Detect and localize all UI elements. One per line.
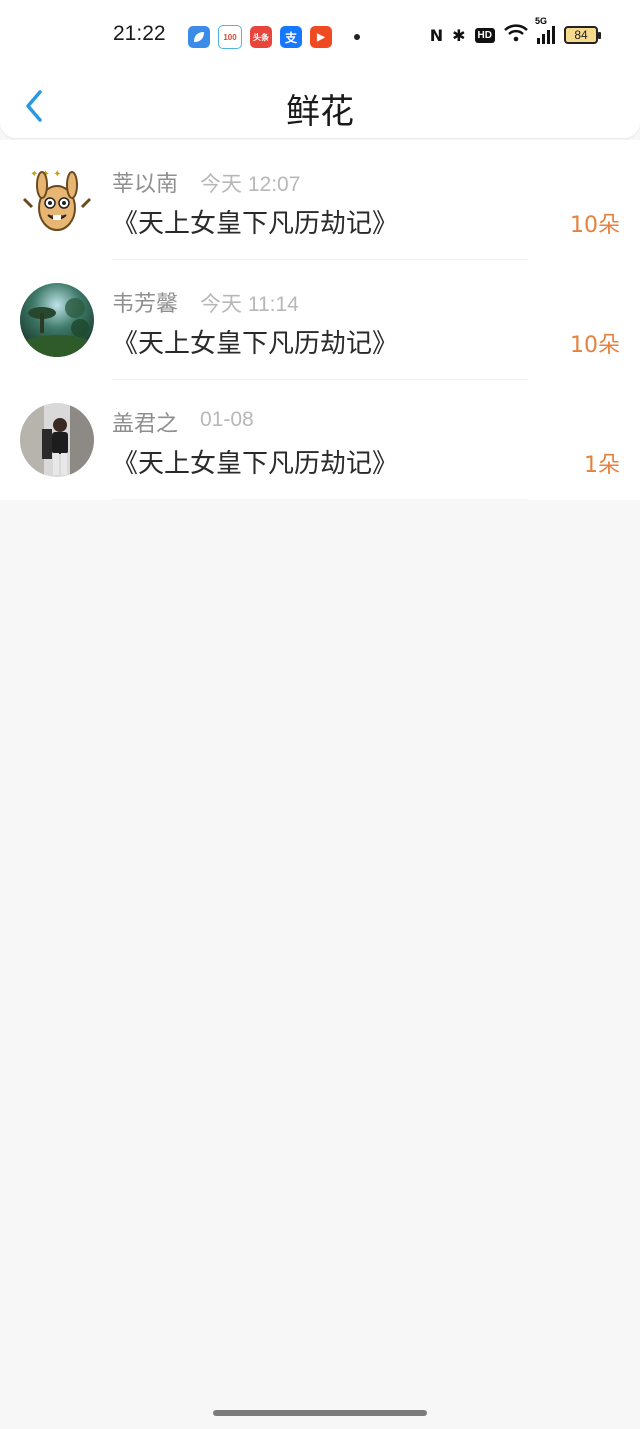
flower-gift-list: ✦ ✦ ✦ 莘以南 今天 12:07 《天上女皇下凡历劫记》 10朵 bbox=[0, 140, 640, 500]
list-item[interactable]: 盖君之 01-08 《天上女皇下凡历劫记》 1朵 bbox=[0, 380, 640, 500]
status-bar: 21:22 100 头条 支 ▶ N ✱ HD 5G 84 bbox=[0, 0, 640, 72]
book-title: 《天上女皇下凡历劫记》 bbox=[112, 449, 399, 479]
flower-count: 10朵 bbox=[570, 333, 620, 358]
network-type-label: 5G bbox=[535, 16, 548, 26]
system-icons: N ✱ HD 5G 84 bbox=[429, 16, 601, 46]
sender-name: 莘以南 bbox=[112, 172, 179, 197]
status-time: 21:22 bbox=[113, 22, 166, 45]
cellular-signal-icon: 5G bbox=[535, 16, 555, 44]
list-item[interactable]: 韦芳馨 今天 11:14 《天上女皇下凡历劫记》 10朵 bbox=[0, 260, 640, 380]
cartoon-rabbit-avatar-icon: ✦ ✦ ✦ bbox=[20, 163, 94, 237]
notification-icons: 100 头条 支 ▶ bbox=[188, 25, 360, 49]
gift-time: 01-08 bbox=[200, 408, 254, 431]
divider bbox=[112, 499, 528, 500]
gift-time: 今天 12:07 bbox=[200, 173, 301, 196]
gift-time: 今天 11:14 bbox=[200, 293, 299, 316]
book-title: 《天上女皇下凡历劫记》 bbox=[112, 209, 399, 239]
alipay-app-icon: 支 bbox=[280, 26, 302, 48]
100-app-icon: 100 bbox=[218, 25, 242, 49]
battery-level: 84 bbox=[574, 28, 588, 42]
page-header: 鲜花 bbox=[0, 72, 640, 138]
video-app-icon: ▶ bbox=[310, 26, 332, 48]
book-title: 《天上女皇下凡历劫记》 bbox=[112, 329, 399, 359]
forest-scene-avatar-icon bbox=[20, 283, 94, 357]
sender-name: 韦芳馨 bbox=[112, 292, 179, 317]
flower-count: 10朵 bbox=[570, 213, 620, 238]
bluetooth-icon: ✱ bbox=[452, 25, 466, 45]
blue-leaf-app-icon bbox=[188, 26, 210, 48]
flower-count: 1朵 bbox=[584, 453, 620, 478]
nfc-icon: N bbox=[429, 25, 444, 45]
toutiao-app-icon: 头条 bbox=[250, 26, 272, 48]
list-item[interactable]: ✦ ✦ ✦ 莘以南 今天 12:07 《天上女皇下凡历劫记》 10朵 bbox=[0, 140, 640, 260]
wifi-icon bbox=[504, 24, 528, 46]
home-indicator[interactable] bbox=[213, 1410, 427, 1416]
battery-icon: 84 bbox=[564, 26, 601, 44]
more-notifications-dot-icon bbox=[354, 34, 360, 40]
sender-name: 盖君之 bbox=[112, 412, 179, 437]
avatar[interactable] bbox=[20, 403, 94, 477]
hd-icon: HD bbox=[474, 27, 495, 43]
avatar[interactable] bbox=[20, 283, 94, 357]
person-photo-avatar-icon bbox=[20, 403, 94, 477]
page-title: 鲜花 bbox=[286, 92, 354, 132]
avatar[interactable]: ✦ ✦ ✦ bbox=[20, 163, 94, 237]
